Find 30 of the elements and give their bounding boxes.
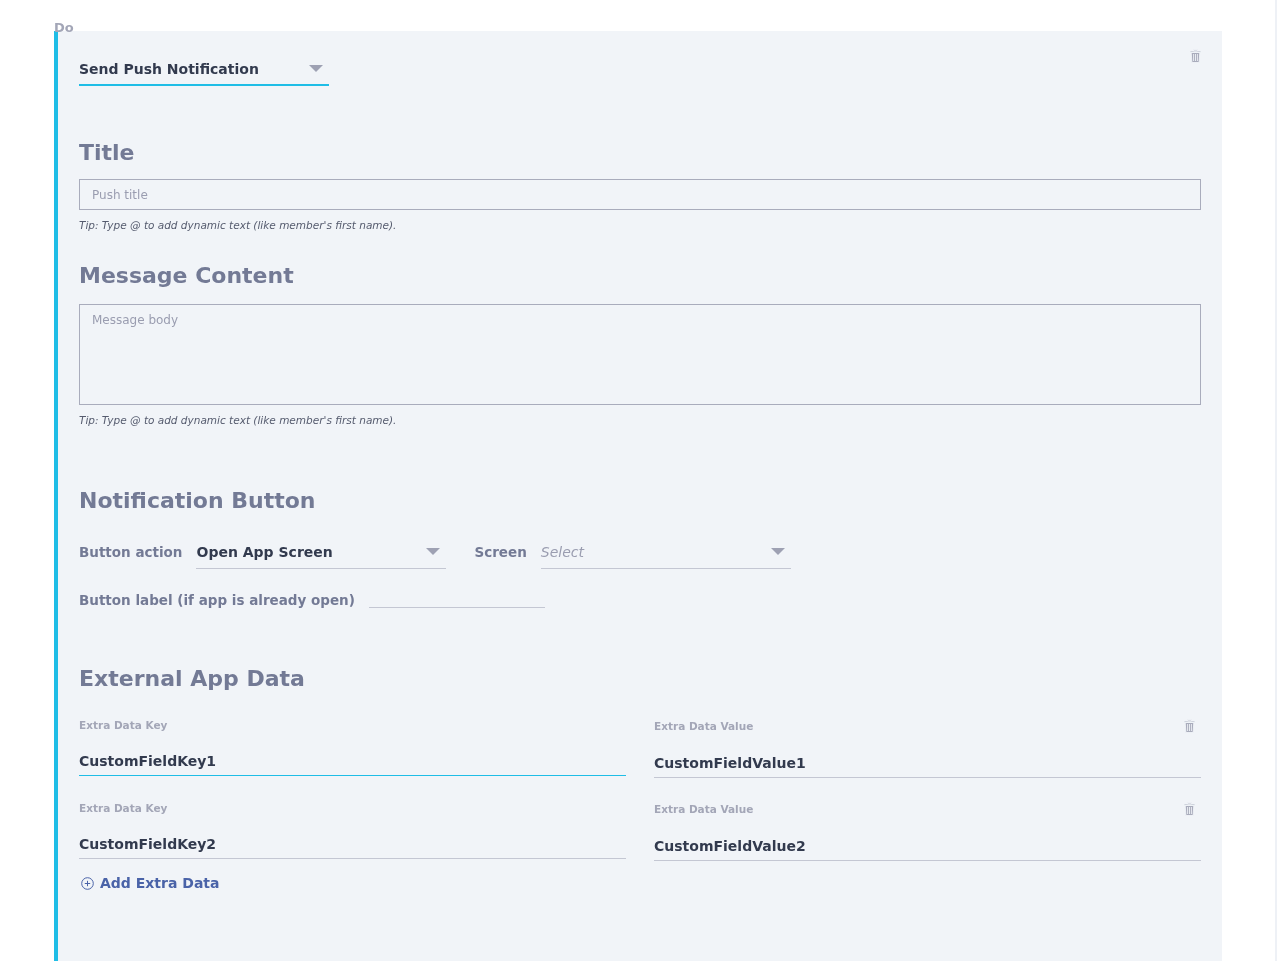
tip-text: Tip: Type @ to add dynamic text (like member's first name). [79,414,398,426]
tip-text: Tip: Type @ to add dynamic text (like member's first name). [79,219,398,231]
button-action-dropdown[interactable]: Open App Screen [196,535,447,569]
field-label: Extra Data Value [654,720,754,732]
caret-icon [309,65,323,72]
title-input[interactable]: Push title [79,179,1201,210]
caret-icon [770,548,785,555]
section-heading: Message Content [79,263,295,288]
action-dropdown[interactable]: Send Push Notification [79,45,329,86]
field-label: Button action [79,544,183,560]
trash-icon[interactable] [1184,802,1195,816]
message-textarea[interactable]: Message body [79,304,1201,405]
trash-icon[interactable] [1184,719,1195,733]
plus-circle-icon [81,876,94,890]
section-heading: Title [79,140,136,165]
value-input[interactable]: CustomFieldValue2 [654,838,1201,861]
section-heading: External App Data [79,666,306,691]
section-heading: Notification Button [79,488,317,513]
key-input[interactable]: CustomFieldKey2 [79,836,626,859]
trash-icon[interactable] [1190,49,1201,63]
field-label: Button label (if app is already open) [79,592,355,608]
key-input[interactable]: CustomFieldKey1 [79,753,626,776]
caret-icon [426,548,441,555]
field-label: Screen [474,544,527,560]
add-extra-data-link[interactable]: Add Extra Data [79,875,220,891]
field-label: Extra Data Key [79,802,169,814]
field-label: Extra Data Value [654,803,754,815]
field-label: Extra Data Key [79,719,169,731]
value-input[interactable]: CustomFieldValue1 [654,755,1201,778]
section-label: Do [53,19,75,31]
